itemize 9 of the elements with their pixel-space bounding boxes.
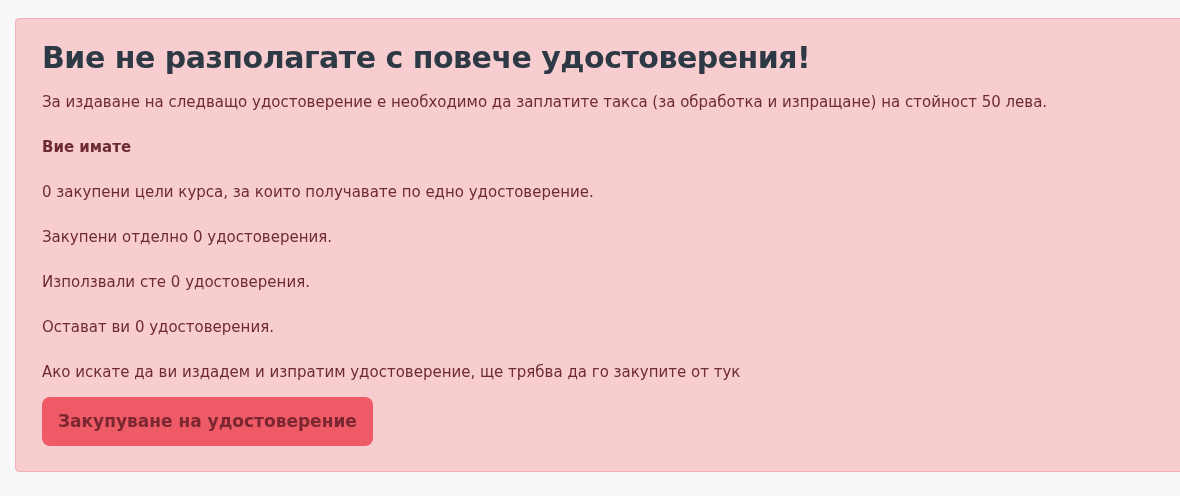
bold-text: Вие имате xyxy=(42,137,133,158)
alert-title: Вие не разполагате с повече удостоверения! xyxy=(42,39,812,77)
info-text: Остават ви 0 удостоверения. xyxy=(42,317,275,338)
info-text: Използвали сте 0 удостоверения. xyxy=(42,272,311,293)
info-text: За издаване на следващо удостоверение е необходимо да заплатите такса (за обработка и изпращане) на стойност 50 лева. xyxy=(42,92,1049,113)
purchase-button[interactable]: Закупуване на удостоверение xyxy=(42,397,373,446)
info-text: Ако искате да ви издадем и изпратим удостоверение, ще трябва да го закупите от тук xyxy=(42,362,742,383)
info-text: Закупени отделно 0 удостоверения. xyxy=(42,227,334,248)
info-text: 0 закупени цели курса, за които получавате по едно удостоверение. xyxy=(42,182,595,203)
